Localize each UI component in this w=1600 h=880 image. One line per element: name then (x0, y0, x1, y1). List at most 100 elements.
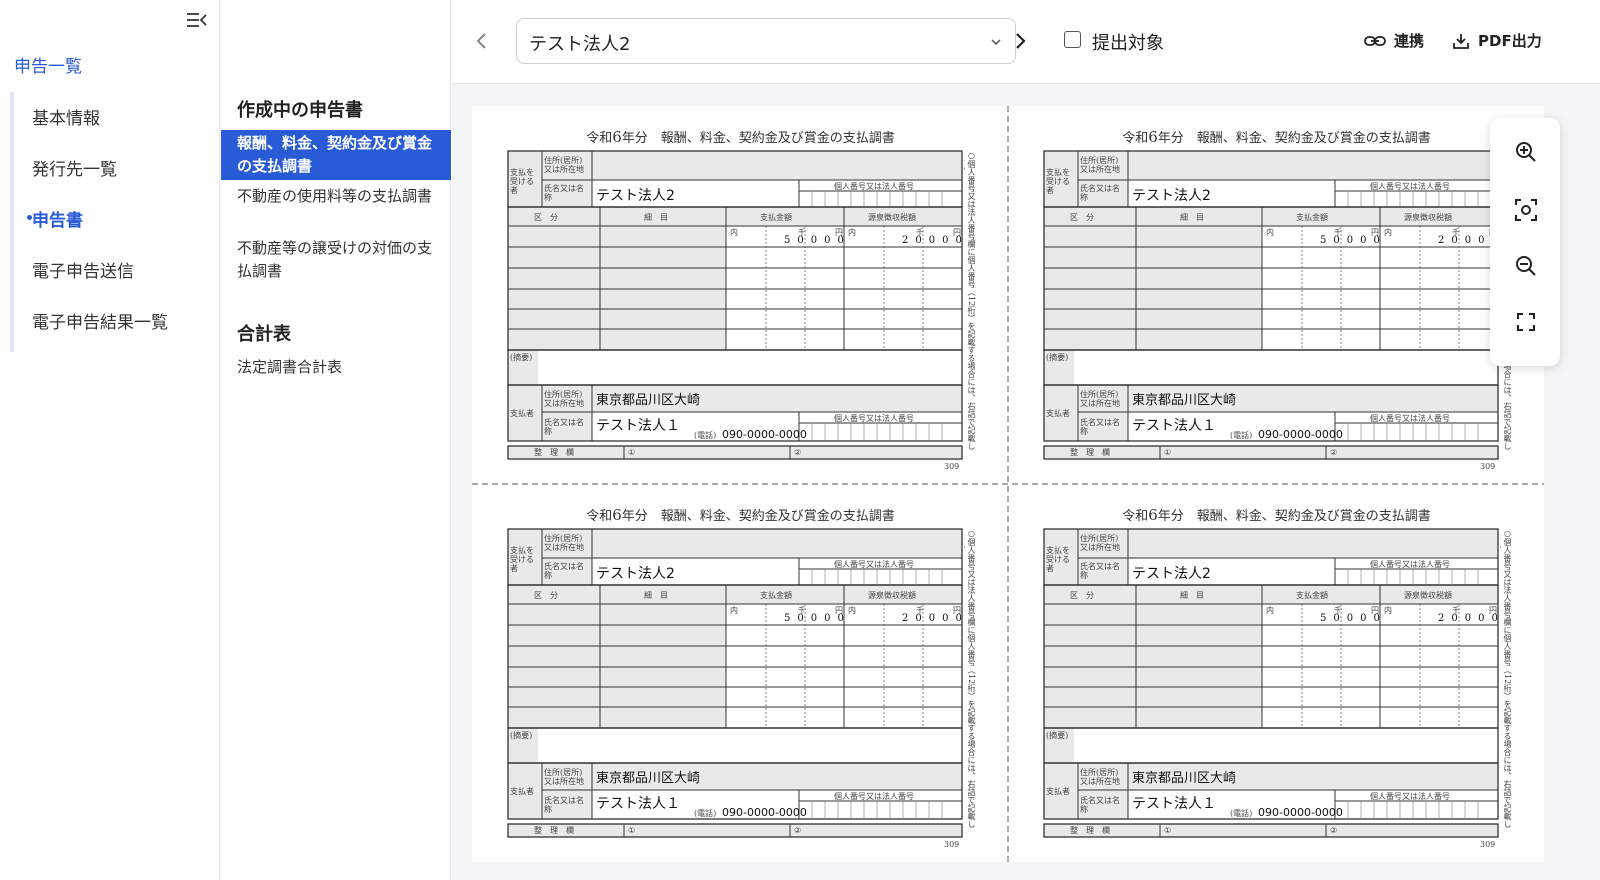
payer-name: テスト法人１ (596, 418, 680, 434)
seiri-mark-2: ② (794, 448, 802, 457)
nav-item-returns[interactable]: 申告書 (27, 206, 83, 231)
form-title-era: 令和 (586, 131, 613, 146)
recipient-id-label: 個人番号又は法人番号 (834, 560, 914, 569)
fullscreen-icon[interactable] (1514, 310, 1538, 334)
payer-address-label: 住所(居所)又は所在地 (544, 390, 584, 408)
link-button-label: 連携 (1394, 32, 1425, 50)
active-indicator (27, 215, 32, 220)
payer-id-label: 個人番号又は法人番号 (1370, 414, 1450, 423)
form-title-year: 6 (1148, 128, 1158, 146)
chevron-right-icon[interactable] (1010, 28, 1030, 54)
tekiyo-label: (摘要) (1046, 731, 1069, 740)
col-tax: 源泉徴収税額 (1404, 213, 1452, 222)
seiri-mark-2: ② (794, 826, 802, 835)
phone-label: (電話) (694, 809, 717, 818)
document-list-panel: 作成中の申告書 報酬、料金、契約金及び賞金の支払調書 不動産の使用料等の支払調書… (221, 0, 451, 880)
pdf-export-label: PDF出力 (1478, 32, 1542, 50)
doc-item-remuneration[interactable]: 報酬、料金、契約金及び賞金の支払調書 (221, 130, 451, 180)
recipient-address-label: 住所(居所)又は所在地 (544, 156, 584, 174)
form-code: 309 (944, 840, 960, 849)
primary-nav: 申告一覧 基本情報 発行先一覧 申告書 電子申告送信 電子申告結果一覧 (0, 0, 220, 880)
payer-address: 東京都品川区大崎 (596, 771, 701, 786)
doc-item-real-estate-transfer[interactable]: 不動産等の譲受けの対価の支払調書 (237, 237, 437, 283)
nav-title[interactable]: 申告一覧 (14, 52, 82, 77)
fit-screen-icon[interactable] (1514, 198, 1538, 222)
chevron-left-icon[interactable] (472, 28, 492, 54)
section-heading-in-progress: 作成中の申告書 (237, 100, 363, 121)
withholding-tax: 20000 (902, 235, 969, 246)
amount-uchi-label: 内 (1266, 228, 1274, 237)
form-title: 令和6年分 報酬、料金、契約金及び賞金の支払調書 (1044, 505, 1509, 524)
recipient-address-label: 住所(居所)又は所在地 (1080, 534, 1120, 552)
chevron-down-icon (991, 39, 1001, 46)
download-icon (1453, 33, 1469, 49)
col-saimoku: 細 目 (1180, 213, 1204, 222)
phone-label: (電話) (694, 431, 717, 440)
payment-amount: 50000 (784, 235, 851, 246)
form-title-year: 6 (612, 506, 622, 524)
form-page-3: 令和6年分 報酬、料金、契約金及び賞金の支払調書 支払を受ける者 住所(居所)又… (472, 484, 1006, 861)
tekiyo-label: (摘要) (1046, 353, 1069, 362)
amount-uchi-label: 内 (1266, 606, 1274, 615)
payer-address: 東京都品川区大崎 (596, 393, 701, 408)
nav-item-returns-label: 申告書 (32, 211, 83, 231)
seiri-mark-2: ② (1330, 826, 1338, 835)
collapse-menu-icon[interactable] (186, 10, 208, 30)
tekiyo-label: (摘要) (510, 353, 533, 362)
recipient-id-label: 個人番号又は法人番号 (1370, 560, 1450, 569)
side-note: ○個人番号又は法人番号欄に個人番号（12桁）を記載する場合には、右詰で記載します… (964, 529, 976, 829)
col-amount: 支払金額 (760, 213, 792, 222)
recipient-name: テスト法人2 (596, 566, 675, 582)
form-title-text: 年分 報酬、料金、契約金及び賞金の支払調書 (1157, 131, 1431, 146)
link-button[interactable]: 連携 (1364, 30, 1424, 51)
phone-label: (電話) (1230, 809, 1253, 818)
recipient-label: 支払を受ける者 (510, 168, 534, 195)
seiri-mark-1: ① (1164, 448, 1172, 457)
company-select[interactable]: テスト法人2 (516, 18, 1016, 64)
side-note: ○個人番号又は法人番号欄に個人番号（12桁）を記載する場合には、右詰で記載します… (1500, 529, 1512, 829)
col-kubun: 区 分 (1070, 213, 1094, 222)
payer-label: 支払者 (1046, 409, 1070, 418)
doc-item-statutory-total[interactable]: 法定調書合計表 (237, 356, 437, 379)
submit-target-checkbox[interactable] (1064, 31, 1081, 48)
payer-label: 支払者 (510, 409, 534, 418)
nav-item-issuers[interactable]: 発行先一覧 (32, 155, 117, 180)
nav-list: 基本情報 発行先一覧 申告書 電子申告送信 電子申告結果一覧 (10, 92, 210, 352)
form-title-text: 年分 報酬、料金、契約金及び賞金の支払調書 (621, 131, 895, 146)
nav-item-e-filing-results[interactable]: 電子申告結果一覧 (32, 308, 168, 333)
seiri-label: 整 理 欄 (534, 826, 574, 835)
payer-phone: 090-0000-0000 (1258, 428, 1343, 441)
form-code: 309 (1480, 462, 1496, 471)
zoom-out-icon[interactable] (1514, 254, 1538, 278)
form-title: 令和6年分 報酬、料金、契約金及び賞金の支払調書 (1044, 127, 1509, 146)
payment-amount: 50000 (1320, 235, 1387, 246)
nav-item-e-filing[interactable]: 電子申告送信 (32, 257, 134, 282)
form-page-2: 令和6年分 報酬、料金、契約金及び賞金の支払調書 支払を受ける者 住所(居所)又… (1008, 106, 1542, 483)
form-title-year: 6 (612, 128, 622, 146)
payer-address: 東京都品川区大崎 (1132, 771, 1237, 786)
form-title-text: 年分 報酬、料金、契約金及び賞金の支払調書 (1157, 509, 1431, 524)
form-code: 309 (1480, 840, 1496, 849)
col-saimoku: 細 目 (644, 213, 668, 222)
recipient-label: 支払を受ける者 (510, 546, 534, 573)
payer-address-label: 住所(居所)又は所在地 (544, 768, 584, 786)
payer-id-label: 個人番号又は法人番号 (834, 414, 914, 423)
recipient-name-label: 氏名又は名称 (544, 562, 584, 580)
col-saimoku: 細 目 (1180, 591, 1204, 600)
nav-item-basic-info[interactable]: 基本情報 (32, 104, 100, 129)
document-preview: 令和6年分 報酬、料金、契約金及び賞金の支払調書 支払を受ける者 住所(居所)又… (472, 106, 1544, 862)
pdf-export-button[interactable]: PDF出力 (1452, 30, 1542, 51)
payer-name-label: 氏名又は名称 (1080, 796, 1120, 814)
recipient-id-label: 個人番号又は法人番号 (1370, 182, 1450, 191)
doc-item-real-estate-rent[interactable]: 不動産の使用料等の支払調書 (237, 185, 437, 208)
zoom-toolbar (1490, 118, 1560, 366)
link-icon (1364, 35, 1386, 46)
col-kubun: 区 分 (1070, 591, 1094, 600)
col-saimoku: 細 目 (644, 591, 668, 600)
payer-id-label: 個人番号又は法人番号 (834, 792, 914, 801)
zoom-in-icon[interactable] (1514, 140, 1538, 164)
recipient-label: 支払を受ける者 (1046, 546, 1070, 573)
payer-address-label: 住所(居所)又は所在地 (1080, 390, 1120, 408)
payer-name-label: 氏名又は名称 (544, 418, 584, 436)
seiri-label: 整 理 欄 (1070, 448, 1110, 457)
